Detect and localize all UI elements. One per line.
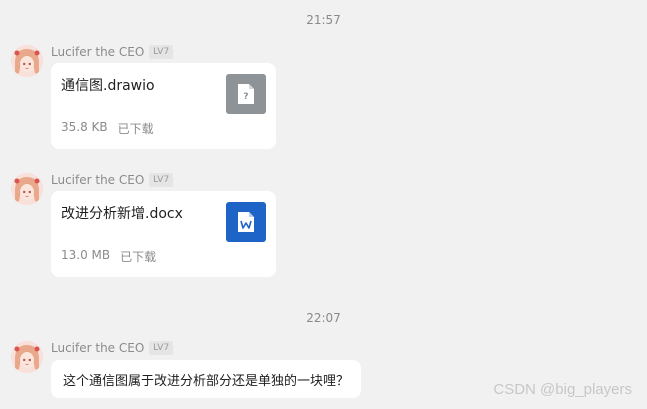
avatar-image	[11, 341, 43, 373]
sender-info: Lucifer the CEO LV7	[51, 44, 174, 60]
file-size: 35.8 KB	[61, 120, 108, 134]
file-meta: 13.0 MB 已下载	[61, 248, 156, 265]
sender-name[interactable]: Lucifer the CEO	[51, 341, 144, 355]
avatar[interactable]	[11, 341, 43, 373]
timestamp: 22:07	[306, 311, 341, 325]
file-meta: 35.8 KB 已下载	[61, 120, 154, 137]
svg-text:?: ?	[243, 92, 248, 102]
timestamp: 21:57	[306, 13, 341, 27]
level-badge: LV7	[149, 341, 174, 355]
download-status: 已下载	[120, 250, 157, 264]
level-badge: LV7	[149, 45, 174, 59]
text-message-bubble[interactable]: 这个通信图属于改进分析部分还是单独的一块哩？	[51, 360, 362, 398]
level-badge: LV7	[149, 173, 174, 187]
file-size: 13.0 MB	[61, 248, 111, 262]
avatar-image	[11, 45, 43, 77]
file-message-card[interactable]: 通信图.drawio ? 35.8 KB 已下载	[51, 63, 276, 149]
avatar-image	[11, 173, 43, 205]
avatar[interactable]	[11, 173, 43, 205]
download-status: 已下载	[117, 122, 154, 136]
watermark: CSDN @big_players	[493, 381, 632, 398]
file-name: 改进分析新增.docx	[61, 206, 183, 222]
sender-info: Lucifer the CEO LV7	[51, 172, 174, 188]
sender-name[interactable]: Lucifer the CEO	[51, 45, 144, 59]
word-file-icon	[226, 202, 266, 242]
file-name: 通信图.drawio	[61, 78, 155, 94]
avatar[interactable]	[11, 45, 43, 77]
sender-name[interactable]: Lucifer the CEO	[51, 173, 144, 187]
unknown-file-icon: ?	[226, 74, 266, 114]
sender-info: Lucifer the CEO LV7	[51, 340, 174, 356]
file-message-card[interactable]: 改进分析新增.docx 13.0 MB 已下载	[51, 191, 276, 277]
